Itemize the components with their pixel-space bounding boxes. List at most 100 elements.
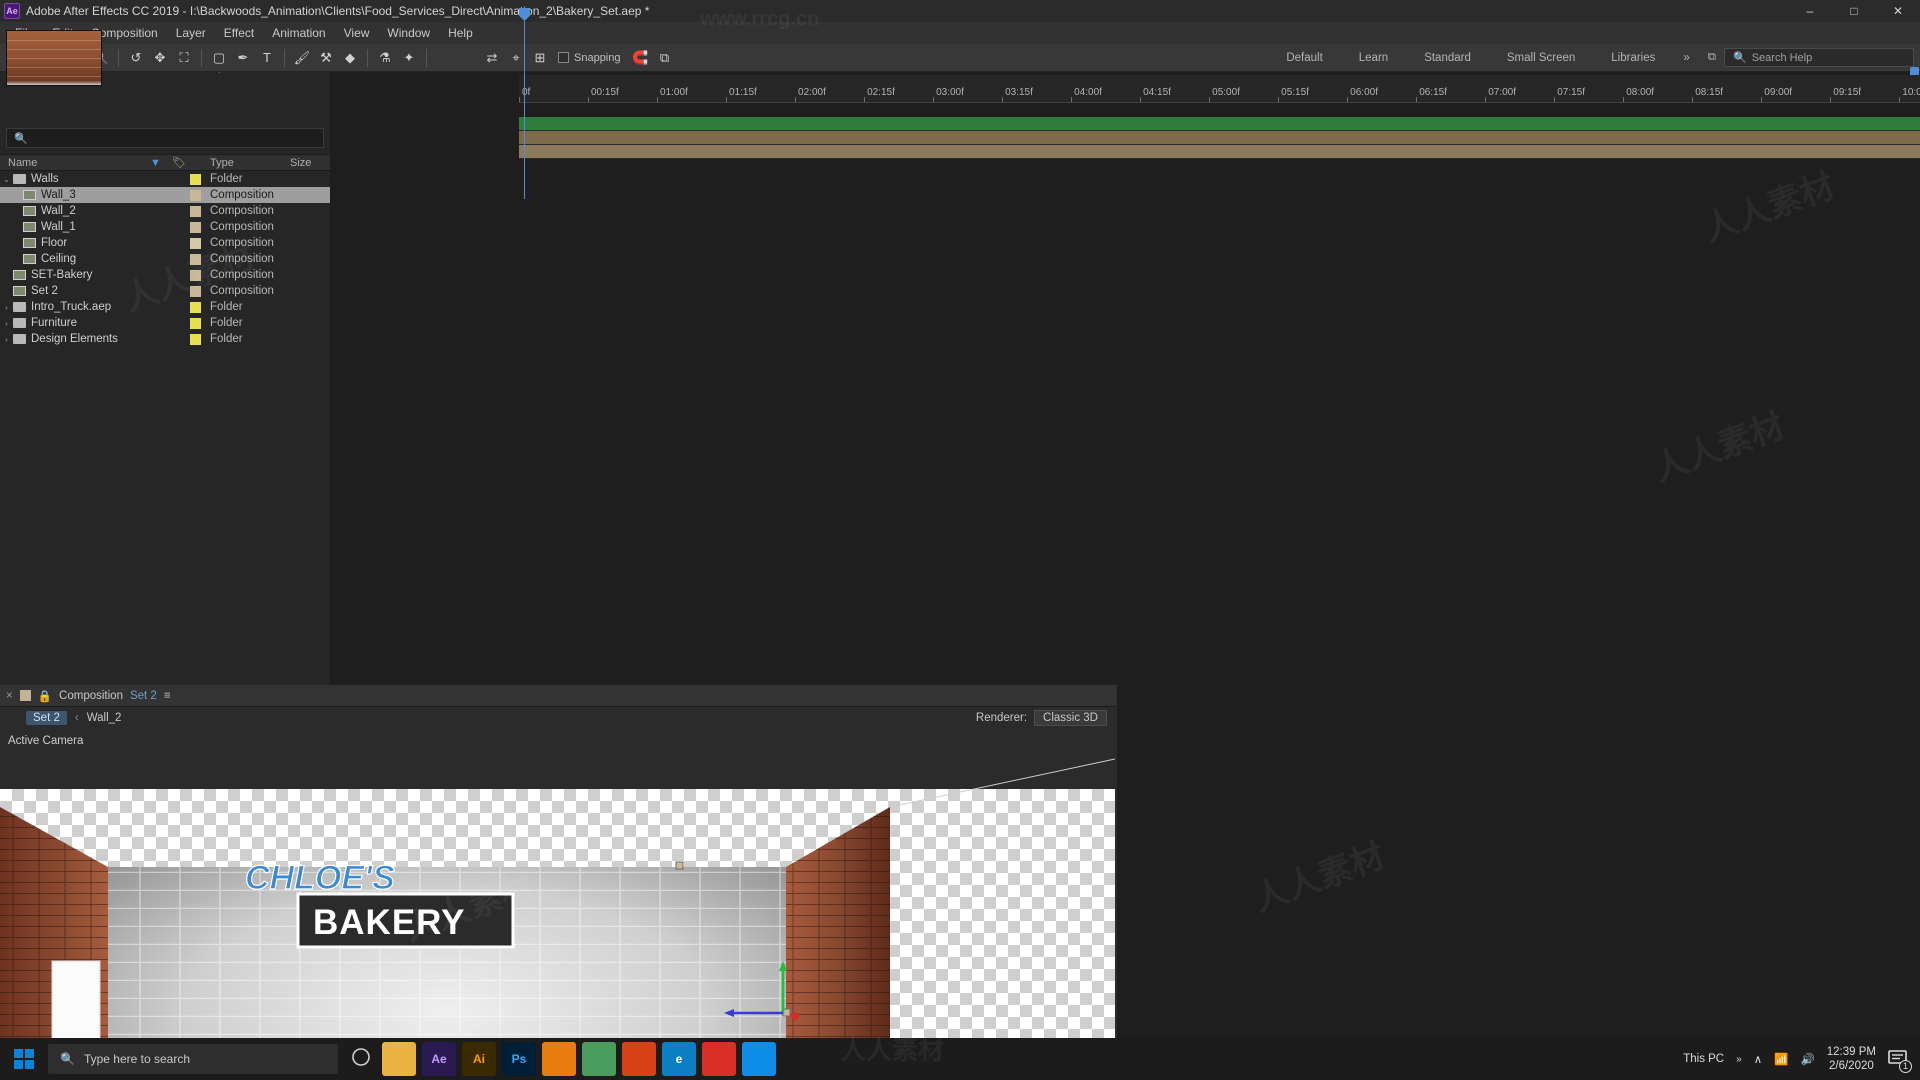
menu-item-view[interactable]: View [335,24,379,42]
workspace-tab-libraries[interactable]: Libraries [1593,48,1673,68]
rotation-icon[interactable]: ↺ [124,47,148,69]
label-color-swatch[interactable] [190,205,201,217]
disclosure-triangle[interactable]: › [2,319,11,328]
disclosure-triangle[interactable]: › [2,335,11,344]
workspace-tab-default[interactable]: Default [1268,48,1340,68]
edge-icon[interactable]: e [662,1042,696,1076]
breadcrumb-item-wall2[interactable]: Wall_2 [87,712,122,724]
anchor-point-icon[interactable]: ✥ [148,47,172,69]
label-tag-icon[interactable]: 🏷 [172,156,186,169]
project-item-row[interactable]: ⌄ Walls Folder [0,171,330,187]
wifi-icon[interactable]: 📶 [1774,1052,1788,1066]
tray-chevron-icon[interactable]: ∧ [1754,1052,1762,1066]
search-help-input[interactable]: 🔍 Search Help [1724,48,1914,67]
project-item-row[interactable]: SET-Bakery Composition [0,267,330,283]
project-item-row[interactable]: Wall_3 Composition [0,187,330,203]
label-color-swatch[interactable] [190,333,201,345]
project-item-row[interactable]: Ceiling Composition [0,251,330,267]
label-color-swatch[interactable] [190,317,201,329]
cortana-icon[interactable] [352,1047,370,1071]
menu-item-effect[interactable]: Effect [215,24,263,42]
menu-item-window[interactable]: Window [378,24,439,42]
apps-icon[interactable] [582,1042,616,1076]
workspace-tab-small-screen[interactable]: Small Screen [1489,48,1593,68]
taskbar-app-icons: Ae Ai Ps e [382,1042,776,1076]
label-color-swatch[interactable] [190,173,201,185]
label-color-swatch[interactable] [190,221,201,233]
project-item-row[interactable]: Set 2 Composition [0,283,330,299]
close-button[interactable]: ✕ [1876,0,1920,22]
label-color-swatch[interactable] [190,301,201,313]
breadcrumb-item-set2[interactable]: Set 2 [26,711,67,725]
menu-item-help[interactable]: Help [439,24,482,42]
renderer-control: Renderer: Classic 3D [976,710,1117,726]
menu-item-animation[interactable]: Animation [263,24,334,42]
menu-item-layer[interactable]: Layer [167,24,215,42]
label-color-swatch[interactable] [190,269,201,281]
layer-duration-bar[interactable] [519,145,1920,159]
roto-brush-icon[interactable]: ⚗ [373,47,397,69]
tray-more-icon[interactable]: » [1736,1054,1742,1065]
maximize-button[interactable]: □ [1832,0,1876,22]
puppet-pin-icon[interactable]: ✦ [397,47,421,69]
project-item-row[interactable]: Wall_1 Composition [0,219,330,235]
panel-menu-icon[interactable]: ≡ [164,690,171,702]
workspace-tab-learn[interactable]: Learn [1341,48,1406,68]
clone-stamp-icon[interactable]: ⚒ [314,47,338,69]
layer-duration-bar[interactable] [519,131,1920,145]
label-color-swatch[interactable] [190,253,201,265]
project-search-input[interactable]: 🔍 [6,128,324,148]
ruler-tick [519,97,520,102]
disclosure-triangle[interactable]: › [2,303,11,312]
shape-icon[interactable]: ▢ [207,47,231,69]
eraser-icon[interactable]: ◆ [338,47,362,69]
file-explorer-icon[interactable] [382,1042,416,1076]
label-color-swatch[interactable] [190,189,201,201]
chrome-icon[interactable] [702,1042,736,1076]
project-item-row[interactable]: › Furniture Folder [0,315,330,331]
column-type[interactable]: Type [210,157,234,169]
brush-icon[interactable]: 🖌 [290,47,314,69]
column-size[interactable]: Size [290,157,311,169]
align-tool-icon[interactable]: ⇄ [480,47,504,69]
after-effects-icon[interactable]: Ae [422,1042,456,1076]
magnet-icon[interactable]: 🧲 [629,47,653,69]
snapping-checkbox[interactable] [558,52,569,63]
layer-duration-bar[interactable] [519,117,1920,131]
illustrator-icon[interactable]: Ai [462,1042,496,1076]
project-item-row[interactable]: Floor Composition [0,235,330,251]
grid-icon[interactable]: ⧉ [653,47,677,69]
taskbar-clock[interactable]: 12:39 PM 2/6/2020 [1827,1045,1876,1073]
photoshop-icon[interactable]: Ps [502,1042,536,1076]
teamviewer-icon[interactable] [742,1042,776,1076]
blender-icon[interactable] [542,1042,576,1076]
notification-icon[interactable]: 1 [1888,1049,1912,1073]
timeline-ruler[interactable]: 0f 00:15f 01:00f 01:15f 02:00f 02:15f 03:00f 03… [519,75,1920,103]
minimize-button[interactable]: – [1788,0,1832,22]
type-icon[interactable]: T [255,47,279,69]
renderer-value[interactable]: Classic 3D [1034,710,1107,726]
label-color-swatch[interactable] [190,285,201,297]
browser-icon[interactable] [622,1042,656,1076]
composition-viewer[interactable]: Active Camera CHLOE'S BAKERY [0,729,1117,1080]
pen-icon[interactable]: ✒ [231,47,255,69]
windows-icon[interactable] [0,1038,48,1080]
project-item-row[interactable]: › Intro_Truck.aep Folder [0,299,330,315]
grid-tool-icon[interactable]: ⊞ [528,47,552,69]
edit-workspace-icon[interactable]: ⧉ [1700,47,1724,68]
disclosure-triangle[interactable]: ⌄ [2,175,11,184]
workspace-tab-standard[interactable]: Standard [1406,48,1489,68]
snapping-control[interactable]: Snapping [558,52,621,64]
taskbar-search-input[interactable]: 🔍 Type here to search [48,1044,338,1074]
project-item-row[interactable]: Wall_2 Composition [0,203,330,219]
lock-icon[interactable]: 🔒 [38,689,52,703]
workspace-more-icon[interactable]: » [1673,48,1699,68]
label-color-swatch[interactable] [190,237,201,249]
pan-behind-icon[interactable]: ⛶ [172,47,196,69]
this-pc-label[interactable]: This PC [1683,1053,1724,1065]
volume-icon[interactable]: 🔊 [1800,1052,1814,1066]
column-name[interactable]: Name [8,157,37,169]
sort-descending-icon[interactable]: ▼ [150,157,161,169]
close-icon[interactable]: × [6,690,13,702]
project-item-row[interactable]: › Design Elements Folder [0,331,330,347]
